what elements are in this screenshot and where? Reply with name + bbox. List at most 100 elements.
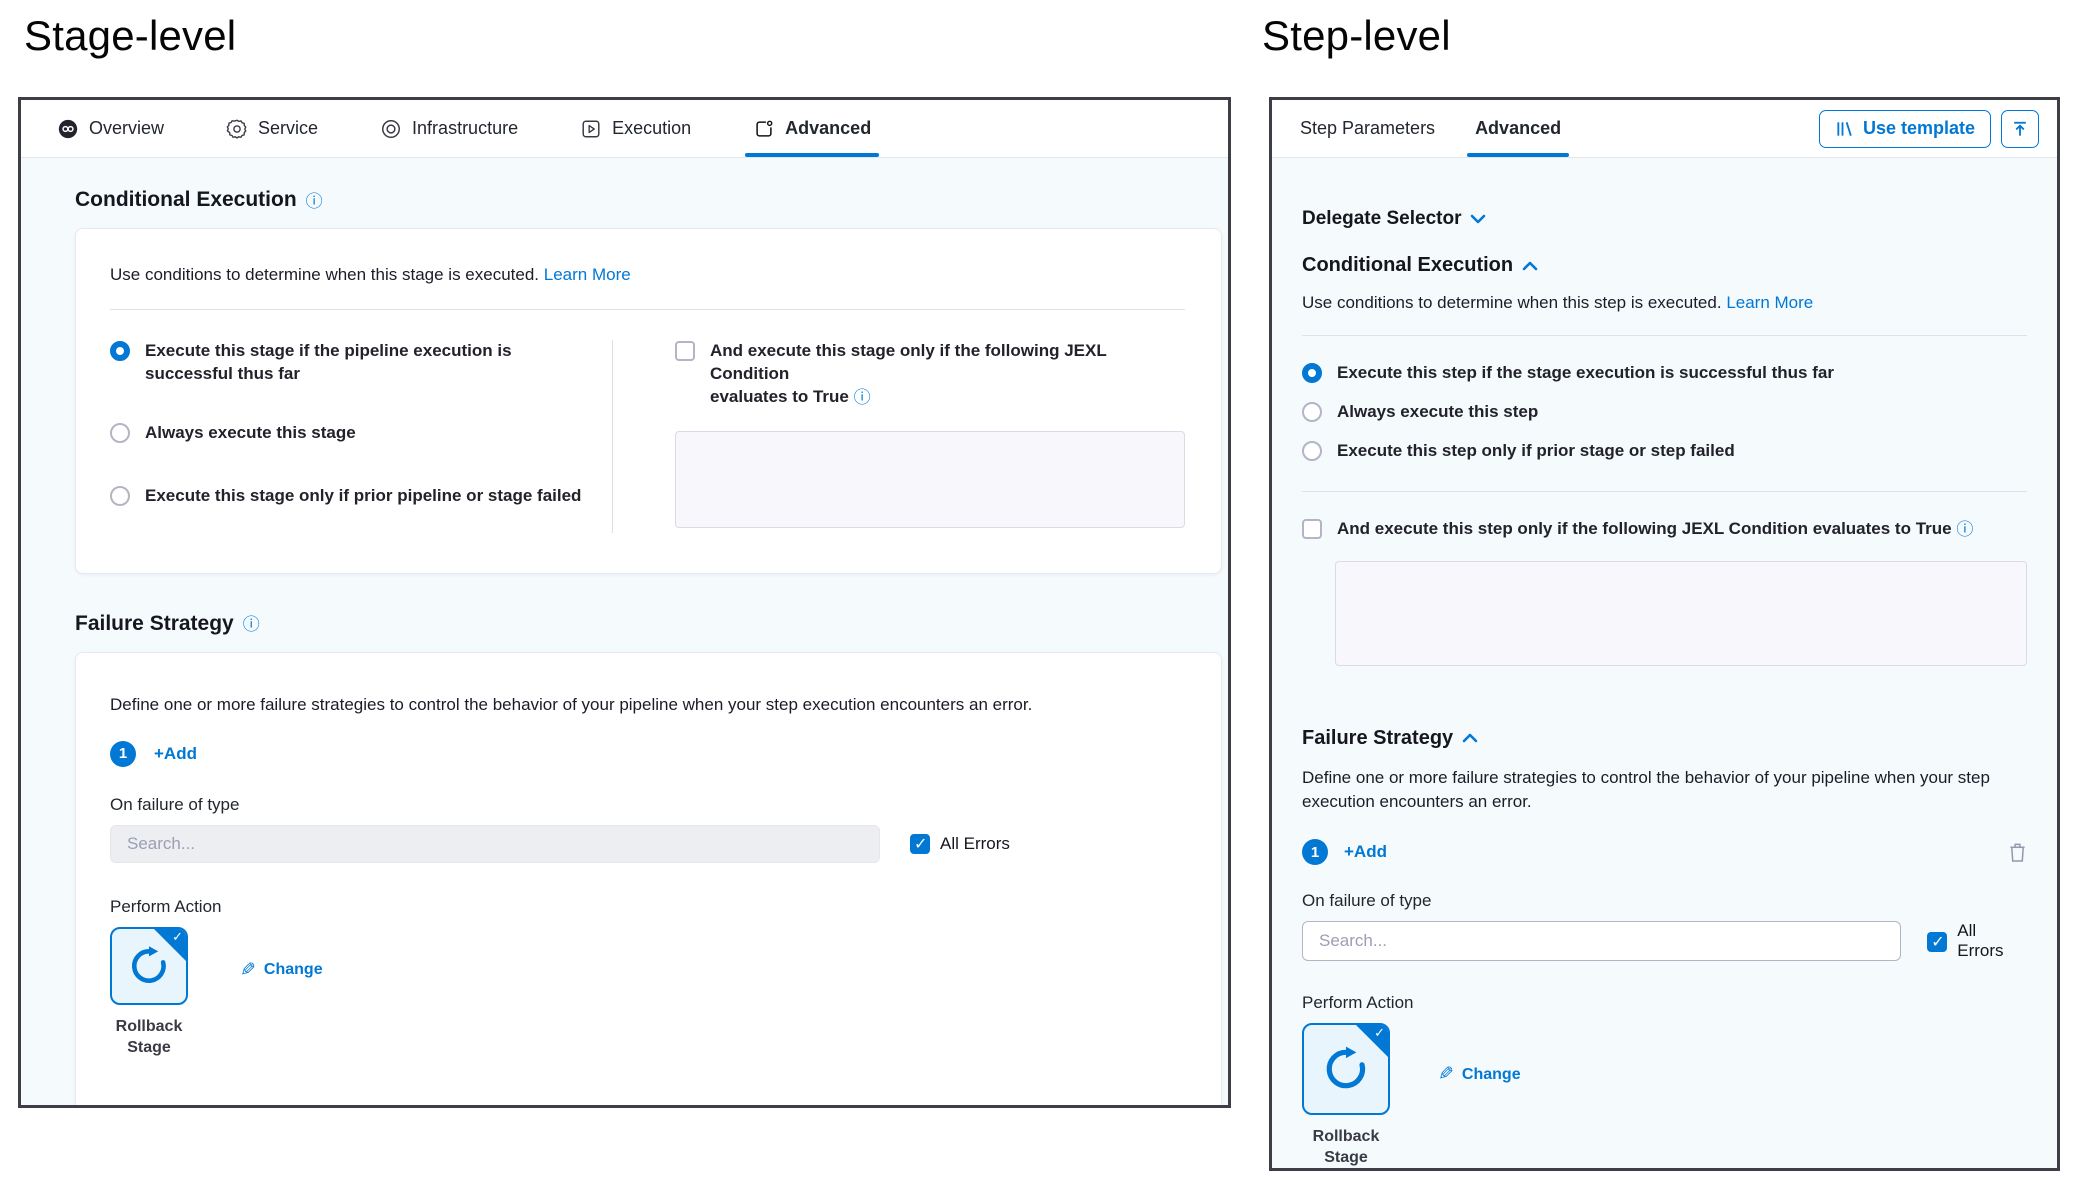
radio-group: Execute this step if the stage execution… xyxy=(1302,362,2027,463)
execution-icon xyxy=(580,118,602,140)
rollback-stage-tile[interactable]: ✓ xyxy=(110,927,188,1005)
step-panel-body: Delegate Selector Conditional Execution … xyxy=(1272,158,2057,1169)
add-strategy-button[interactable]: +Add xyxy=(1344,842,1387,862)
checkbox-unchecked-icon[interactable] xyxy=(1302,519,1322,539)
step-tabbar: Step Parameters Advanced Use template xyxy=(1272,100,2057,158)
use-template-button[interactable]: Use template xyxy=(1819,110,1991,148)
radio-option-label: Execute this stage if the pipeline execu… xyxy=(145,340,512,386)
pencil-icon: ✎ xyxy=(1438,1063,1454,1086)
tab-infrastructure[interactable]: Infrastructure xyxy=(380,100,518,157)
radio-option-3[interactable]: Execute this step only if prior stage or… xyxy=(1302,440,2027,463)
strategy-index-badge[interactable]: 1 xyxy=(110,741,136,767)
jexl-condition-textarea[interactable] xyxy=(1335,561,2027,666)
radio-unselected-icon[interactable] xyxy=(1302,402,1322,422)
description-text: Use conditions to determine when this st… xyxy=(1302,293,1722,312)
checkbox-checked-icon[interactable] xyxy=(910,834,930,854)
tab-label: Overview xyxy=(89,118,164,139)
jexl-checkbox-row[interactable]: And execute this step only if the follow… xyxy=(1302,518,2027,541)
perform-action-label: Perform Action xyxy=(110,897,1185,917)
learn-more-link[interactable]: Learn More xyxy=(1726,293,1813,312)
on-failure-label: On failure of type xyxy=(1302,891,2027,911)
tab-label: Advanced xyxy=(785,118,871,139)
section-title-text: Conditional Execution xyxy=(1302,254,1513,277)
info-icon[interactable]: ⓘ xyxy=(1956,520,1973,539)
failure-strategy-title: Failure Strategy ⓘ xyxy=(75,612,1222,636)
upload-button[interactable] xyxy=(2001,110,2039,148)
change-action-link[interactable]: ✎ Change xyxy=(240,959,323,982)
tab-label: Advanced xyxy=(1475,118,1561,139)
conditional-execution-description: Use conditions to determine when this st… xyxy=(1302,293,2027,313)
radio-unselected-icon[interactable] xyxy=(110,423,130,443)
card-divider xyxy=(110,309,1185,310)
stage-panel-body: Conditional Execution ⓘ Use conditions t… xyxy=(21,158,1228,1108)
chevron-down-icon xyxy=(1470,214,1486,224)
tab-execution[interactable]: Execution xyxy=(580,100,691,157)
conditional-execution-description: Use conditions to determine when this st… xyxy=(110,265,1185,285)
radio-option-label: Always execute this stage xyxy=(145,422,356,445)
radio-option-2[interactable]: Always execute this step xyxy=(1302,401,2027,424)
advanced-icon xyxy=(753,118,775,140)
checkbox-checked-icon[interactable] xyxy=(1927,932,1947,952)
all-errors-checkbox-row[interactable]: All Errors xyxy=(910,833,1010,854)
info-icon[interactable]: ⓘ xyxy=(306,193,323,210)
radio-selected-icon[interactable] xyxy=(1302,363,1322,383)
tab-service[interactable]: Service xyxy=(226,100,318,157)
check-icon: ✓ xyxy=(1374,1025,1385,1041)
learn-more-link[interactable]: Learn More xyxy=(544,265,631,284)
use-template-label: Use template xyxy=(1863,118,1975,139)
jexl-checkbox-row[interactable]: And execute this stage only if the follo… xyxy=(675,340,1185,409)
radio-unselected-icon[interactable] xyxy=(110,486,130,506)
radio-option-1[interactable]: Execute this step if the stage execution… xyxy=(1302,362,2027,385)
failure-strategy-description: Define one or more failure strategies to… xyxy=(110,695,1185,715)
strategy-index-badge[interactable]: 1 xyxy=(1302,839,1328,865)
rollback-stage-label: Rollback Stage xyxy=(1313,1127,1380,1169)
overview-icon xyxy=(57,118,79,140)
failure-strategy-description: Define one or more failure strategies to… xyxy=(1302,766,2027,815)
failure-strategy-header[interactable]: Failure Strategy xyxy=(1302,727,2027,750)
jexl-condition-textarea[interactable] xyxy=(675,431,1185,528)
library-icon xyxy=(1835,119,1855,139)
delete-strategy-button[interactable] xyxy=(2008,842,2027,863)
failure-type-search-input[interactable] xyxy=(1302,921,1901,961)
conditional-execution-card: Use conditions to determine when this st… xyxy=(75,228,1222,574)
all-errors-checkbox-row[interactable]: All Errors xyxy=(1927,921,2027,961)
chevron-up-icon xyxy=(1522,261,1538,271)
strategy-badge-row: 1 +Add xyxy=(110,741,1185,767)
info-icon[interactable]: ⓘ xyxy=(243,616,260,633)
radio-selected-icon[interactable] xyxy=(110,341,130,361)
delegate-selector-header[interactable]: Delegate Selector xyxy=(1302,208,2027,230)
change-action-link[interactable]: ✎ Change xyxy=(1438,1063,1521,1086)
tab-advanced[interactable]: Advanced xyxy=(1475,100,1561,157)
failure-type-search-input[interactable] xyxy=(110,825,880,863)
stage-tabbar: Overview Service Infrastructure xyxy=(21,100,1228,158)
perform-action-row: ✓ Rollback Stage ✎ Change xyxy=(1302,1023,2027,1169)
change-label: Change xyxy=(1462,1066,1521,1084)
radio-option-1[interactable]: Execute this stage if the pipeline execu… xyxy=(110,340,612,386)
description-text: Use conditions to determine when this st… xyxy=(110,265,539,284)
radio-option-2[interactable]: Always execute this stage xyxy=(110,422,612,445)
pencil-icon: ✎ xyxy=(240,959,256,982)
jexl-column: And execute this stage only if the follo… xyxy=(613,340,1185,533)
jexl-checkbox-label: And execute this step only if the follow… xyxy=(1337,518,1973,541)
section-title-text: Failure Strategy xyxy=(1302,727,1453,750)
radio-option-3[interactable]: Execute this stage only if prior pipelin… xyxy=(110,485,612,508)
conditional-execution-title: Conditional Execution ⓘ xyxy=(75,188,1222,212)
conditional-execution-header[interactable]: Conditional Execution xyxy=(1302,254,2027,277)
tab-advanced[interactable]: Advanced xyxy=(753,100,871,157)
info-icon[interactable]: ⓘ xyxy=(854,388,871,407)
section-title-text: Conditional Execution xyxy=(75,188,297,212)
checkbox-unchecked-icon[interactable] xyxy=(675,341,695,361)
tab-label: Execution xyxy=(612,118,691,139)
jexl-checkbox-label: And execute this stage only if the follo… xyxy=(710,340,1185,409)
perform-action-row: ✓ Rollback Stage ✎ Change xyxy=(110,927,1185,1059)
chevron-up-icon xyxy=(1462,733,1478,743)
step-level-heading: Step-level xyxy=(1262,12,1451,60)
radio-option-label: Always execute this step xyxy=(1337,401,1538,424)
radio-group: Execute this stage if the pipeline execu… xyxy=(110,340,612,533)
tab-overview[interactable]: Overview xyxy=(57,100,164,157)
radio-unselected-icon[interactable] xyxy=(1302,441,1322,461)
all-errors-label: All Errors xyxy=(1957,921,2027,961)
rollback-stage-tile[interactable]: ✓ xyxy=(1302,1023,1390,1115)
add-strategy-button[interactable]: +Add xyxy=(154,744,197,764)
tab-step-parameters[interactable]: Step Parameters xyxy=(1300,100,1435,157)
